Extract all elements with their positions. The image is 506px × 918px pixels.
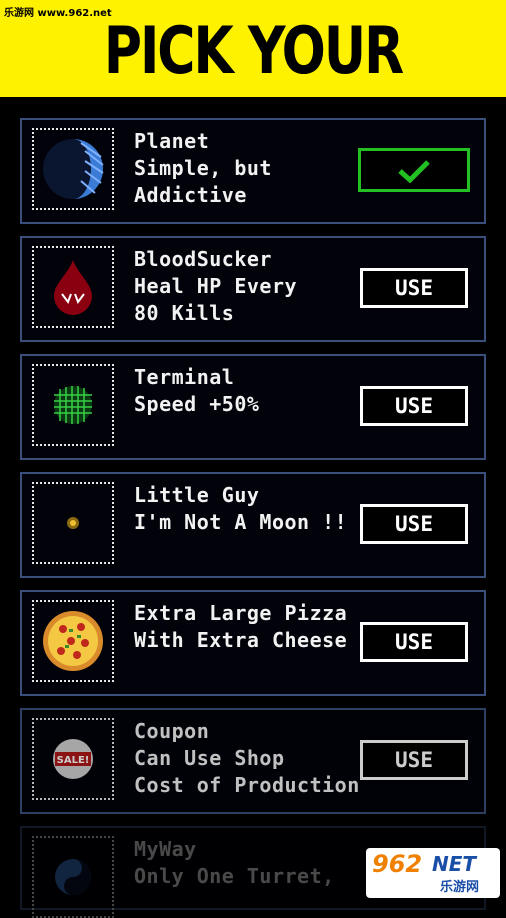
svg-text:SALE!: SALE! xyxy=(57,755,90,766)
planet-desc-line: I'm Not A Moon !! xyxy=(134,510,348,534)
planet-card-terminal[interactable]: Terminal Speed +50% USE xyxy=(20,354,486,460)
planet-card-little-guy[interactable]: Little Guy I'm Not A Moon !! USE xyxy=(20,472,486,578)
planet-desc-line: Addictive xyxy=(134,183,247,207)
sale-sign-icon: SALE! xyxy=(53,739,93,779)
planet-text: Extra Large Pizza With Extra Cheese xyxy=(134,600,347,654)
badge-number: 962 xyxy=(372,850,423,878)
planet-card-coupon[interactable]: SALE! Coupon Can Use Shop Cost of Produc… xyxy=(20,708,486,814)
planet-desc-line: With Extra Cheese xyxy=(134,628,348,652)
header-banner: 乐游网 www.962.net PICK YOUR PLANET xyxy=(0,0,506,164)
planet-thumbnail xyxy=(32,836,114,918)
planet-name: Coupon xyxy=(134,719,210,743)
use-button[interactable]: USE xyxy=(360,268,468,308)
site-logo-badge: 962 NET 乐游网 xyxy=(366,848,500,898)
planet-desc-line: Heal HP Every xyxy=(134,274,298,298)
planet-desc-line: Speed +50% xyxy=(134,392,260,416)
use-button[interactable]: USE xyxy=(360,622,468,662)
planet-text: MyWay Only One Turret, xyxy=(134,836,335,890)
yin-yang-icon xyxy=(55,859,91,895)
badge-cn: 乐游网 xyxy=(440,880,480,895)
planet-desc-line: 80 Kills xyxy=(134,301,235,325)
planet-name: Terminal xyxy=(134,365,235,389)
blood-drop-icon xyxy=(54,260,92,315)
planet-card-planet[interactable]: Planet Simple, but Addictive xyxy=(20,118,486,224)
selected-button[interactable] xyxy=(358,148,470,192)
planet-thumbnail xyxy=(32,128,114,210)
pizza-icon xyxy=(43,611,103,671)
blue-planet-icon xyxy=(43,139,104,199)
use-button[interactable]: USE xyxy=(360,740,468,780)
planet-desc-line: Simple, but xyxy=(134,156,272,180)
badge-net: NET xyxy=(432,852,477,876)
planet-name: MyWay xyxy=(134,837,197,861)
planet-name: BloodSucker xyxy=(134,247,272,271)
planet-card-bloodsucker[interactable]: BloodSucker Heal HP Every 80 Kills USE xyxy=(20,236,486,342)
planet-text: Terminal Speed +50% xyxy=(134,364,259,418)
planet-text: Little Guy I'm Not A Moon !! xyxy=(134,482,347,536)
planet-thumbnail xyxy=(32,482,114,564)
planet-text: Planet Simple, but Addictive xyxy=(134,128,272,209)
planet-desc-line: Can Use Shop xyxy=(134,746,285,770)
planet-text: Coupon Can Use Shop Cost of Production xyxy=(134,718,360,799)
planet-name: Planet xyxy=(134,129,210,153)
green-grid-planet-icon xyxy=(54,386,92,424)
planet-name: Extra Large Pizza xyxy=(134,601,348,625)
planet-thumbnail: SALE! xyxy=(32,718,114,800)
planet-name: Little Guy xyxy=(134,483,260,507)
planet-text: BloodSucker Heal HP Every 80 Kills xyxy=(134,246,297,327)
use-button[interactable]: USE xyxy=(360,504,468,544)
planet-thumbnail xyxy=(32,364,114,446)
planet-thumbnail xyxy=(32,246,114,328)
planet-desc-line: Only One Turret, xyxy=(134,864,335,888)
use-button[interactable]: USE xyxy=(360,386,468,426)
planet-desc-line: Cost of Production xyxy=(134,773,360,797)
checkmark-icon xyxy=(398,160,430,184)
planet-thumbnail xyxy=(32,600,114,682)
tiny-planet-icon xyxy=(67,517,79,529)
planet-card-extra-large-pizza[interactable]: Extra Large Pizza With Extra Cheese USE xyxy=(20,590,486,696)
